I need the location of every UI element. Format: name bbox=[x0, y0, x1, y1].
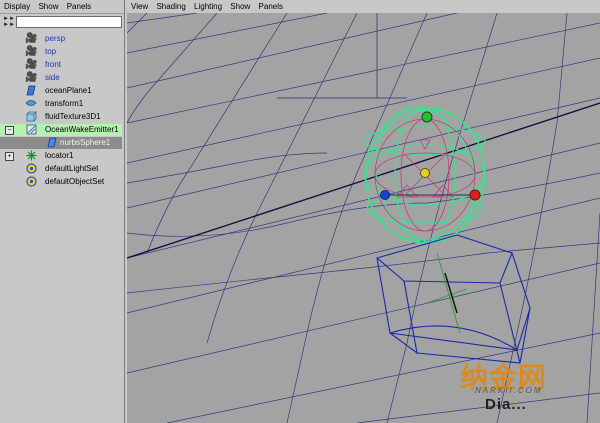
ocean-wake-emitter bbox=[364, 106, 486, 244]
emitter-icon bbox=[25, 124, 37, 136]
outliner-item-fluidtexture3d1[interactable]: fluidTexture3D1 bbox=[0, 111, 122, 123]
menu-show[interactable]: Show bbox=[230, 2, 250, 11]
filter-arrows-icon[interactable]: ►► ►► bbox=[3, 16, 15, 28]
outliner-item-oceanplane1[interactable]: oceanPlane1 bbox=[0, 85, 122, 97]
outliner-list: 🎥 persp 🎥 top 🎥 front 🎥 side oceanPlane1… bbox=[0, 33, 124, 423]
menu-shading[interactable]: Shading bbox=[156, 2, 185, 11]
outliner-item-label: transform1 bbox=[45, 99, 84, 108]
grid-axis-line bbox=[127, 102, 600, 259]
menu-show[interactable]: Show bbox=[38, 2, 58, 11]
menu-lighting[interactable]: Lighting bbox=[194, 2, 222, 11]
outliner-item-locator1[interactable]: + locator1 bbox=[0, 150, 122, 162]
filter-input[interactable] bbox=[16, 16, 122, 28]
perspective-viewport[interactable]: View Shading Lighting Show Panels 纳金网 NA… bbox=[127, 0, 600, 423]
center-handle-icon bbox=[420, 168, 430, 178]
outliner-item-transform1[interactable]: transform1 bbox=[0, 98, 122, 110]
viewport-menubar: View Shading Lighting Show Panels bbox=[127, 0, 600, 13]
set-icon bbox=[25, 163, 37, 175]
outliner-item-nurbssphere1[interactable]: nurbsSphere1 bbox=[0, 137, 122, 149]
outliner-item-side[interactable]: 🎥 side bbox=[0, 72, 122, 84]
menu-panels[interactable]: Panels bbox=[259, 2, 283, 11]
outliner-item-defaultobjectset[interactable]: defaultObjectSet bbox=[0, 176, 122, 188]
outliner-item-label: persp bbox=[45, 34, 66, 43]
outliner-item-oceanwakeemitter1[interactable]: − OceanWakeEmitter1 bbox=[0, 124, 122, 136]
menu-panels[interactable]: Panels bbox=[67, 2, 91, 11]
camera-icon: 🎥 bbox=[25, 33, 38, 44]
expand-toggle-icon[interactable]: + bbox=[5, 152, 14, 161]
camera-icon: 🎥 bbox=[25, 46, 38, 57]
camera-icon: 🎥 bbox=[25, 72, 38, 83]
menu-display[interactable]: Display bbox=[4, 2, 30, 11]
transform-icon bbox=[25, 98, 37, 110]
outliner-item-persp[interactable]: 🎥 persp bbox=[0, 33, 122, 45]
outliner-panel: Display Show Panels ►► ►► 🎥 persp 🎥 top 🎥… bbox=[0, 0, 125, 423]
watermark-mark: Dia... bbox=[485, 396, 527, 413]
fluid-texture-icon bbox=[25, 111, 37, 123]
nurbs-icon bbox=[46, 137, 58, 149]
outliner-item-label: oceanPlane1 bbox=[45, 86, 92, 95]
expand-toggle-icon[interactable]: − bbox=[5, 126, 14, 135]
outliner-item-label: OceanWakeEmitter1 bbox=[45, 125, 119, 134]
outliner-menubar: Display Show Panels bbox=[0, 0, 124, 14]
outliner-item-front[interactable]: 🎥 front bbox=[0, 59, 122, 71]
outliner-item-label: defaultObjectSet bbox=[45, 177, 105, 186]
outliner-item-defaultlightset[interactable]: defaultLightSet bbox=[0, 163, 122, 175]
set-icon bbox=[25, 176, 37, 188]
locator-icon bbox=[25, 150, 37, 162]
filter-row: ►► ►► bbox=[0, 15, 124, 29]
ocean-plane-icon bbox=[25, 85, 37, 97]
outliner-item-label: defaultLightSet bbox=[45, 164, 99, 173]
outliner-item-label: fluidTexture3D1 bbox=[45, 112, 101, 121]
watermark-en: NARKII.COM bbox=[475, 386, 543, 395]
z-axis-handle-icon bbox=[380, 190, 390, 200]
y-axis-handle-icon bbox=[421, 111, 433, 123]
outliner-item-label: locator1 bbox=[45, 151, 74, 160]
outliner-item-top[interactable]: 🎥 top bbox=[0, 46, 122, 58]
outliner-item-label: side bbox=[45, 73, 60, 82]
x-axis-handle-icon bbox=[469, 189, 481, 201]
outliner-item-label: nurbsSphere1 bbox=[60, 138, 111, 147]
outliner-item-label: front bbox=[45, 60, 62, 69]
outliner-item-label: top bbox=[45, 47, 57, 56]
menu-view[interactable]: View bbox=[131, 2, 148, 11]
camera-icon: 🎥 bbox=[25, 59, 38, 70]
